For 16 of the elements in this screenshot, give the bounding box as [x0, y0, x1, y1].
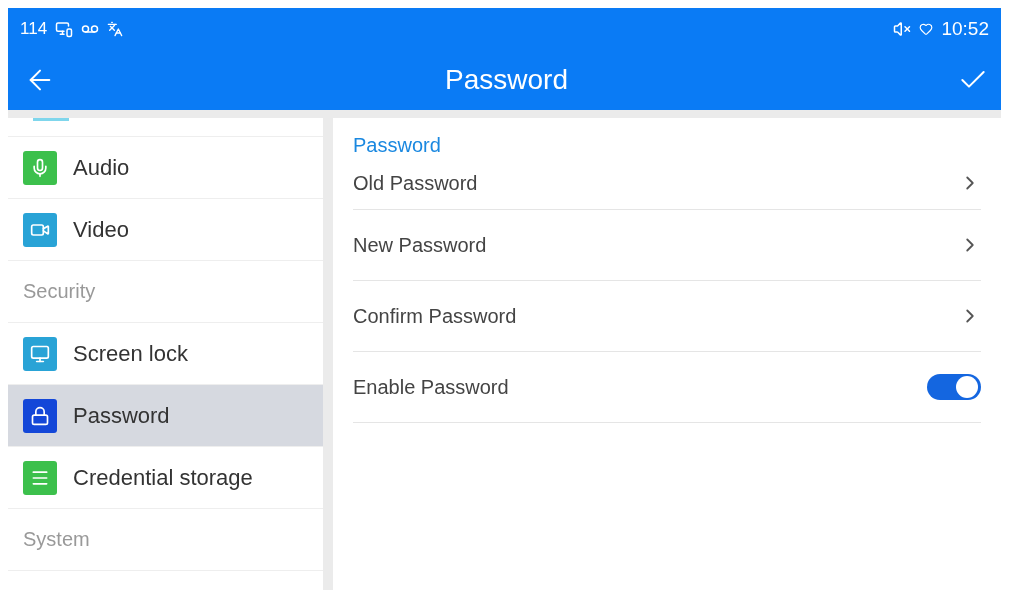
- clock: 10:52: [941, 18, 989, 40]
- section-header: Security: [23, 280, 96, 303]
- page-title: Password: [444, 64, 569, 96]
- partial-icon: [33, 118, 69, 121]
- mute-icon: [893, 20, 912, 38]
- section-title: Password: [353, 134, 442, 157]
- toggle-switch[interactable]: [927, 374, 981, 400]
- setting-label: Enable Password: [353, 375, 510, 399]
- section-header: System: [23, 528, 90, 551]
- network-icon: [55, 20, 74, 38]
- setting-label[interactable]: Old Password: [353, 171, 959, 195]
- sidebar-item[interactable]: Password: [8, 385, 323, 447]
- setting-label[interactable]: New Password: [353, 233, 959, 257]
- translate-icon: [107, 21, 124, 37]
- extension-number: 114: [20, 19, 48, 39]
- setting-label[interactable]: Confirm Password: [353, 304, 959, 328]
